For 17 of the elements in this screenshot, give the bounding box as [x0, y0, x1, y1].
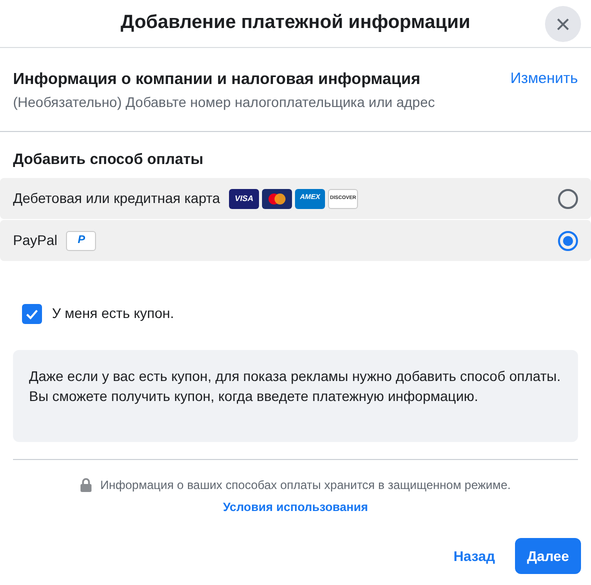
- visa-logo: VISA: [229, 188, 260, 208]
- section-title: Информация о компании и налоговая информация: [13, 70, 422, 90]
- notice-text: Даже если у вас есть купон, для показа рекламы нужно добавить способ оплаты. Вы сможете получить купон, когда введете платежную информацию.: [29, 367, 562, 406]
- next-button[interactable]: Далее: [514, 538, 581, 574]
- coupon-label: У меня есть купон.: [52, 304, 174, 323]
- section-title: Добавить способ оплаты: [13, 151, 204, 168]
- terms-link[interactable]: Условия использования: [222, 498, 368, 516]
- dialog-title: Добавление платежной информации: [120, 11, 470, 36]
- security-text: Информация о ваших способах оплаты хранится в защищенном режиме.: [100, 477, 511, 494]
- option-label: PayPal: [13, 231, 58, 250]
- edit-link[interactable]: Изменить: [510, 68, 578, 113]
- option-label: Дебетовая или кредитная карта: [13, 189, 220, 208]
- close-button[interactable]: ×: [545, 6, 581, 42]
- section-subtitle: (Необязательно) Добавьте номер налогоплательщика или адрес: [13, 93, 435, 112]
- paypal-logo: P: [66, 230, 96, 250]
- back-button[interactable]: Назад: [441, 538, 507, 574]
- payment-option[interactable]: PayPal P: [0, 220, 591, 261]
